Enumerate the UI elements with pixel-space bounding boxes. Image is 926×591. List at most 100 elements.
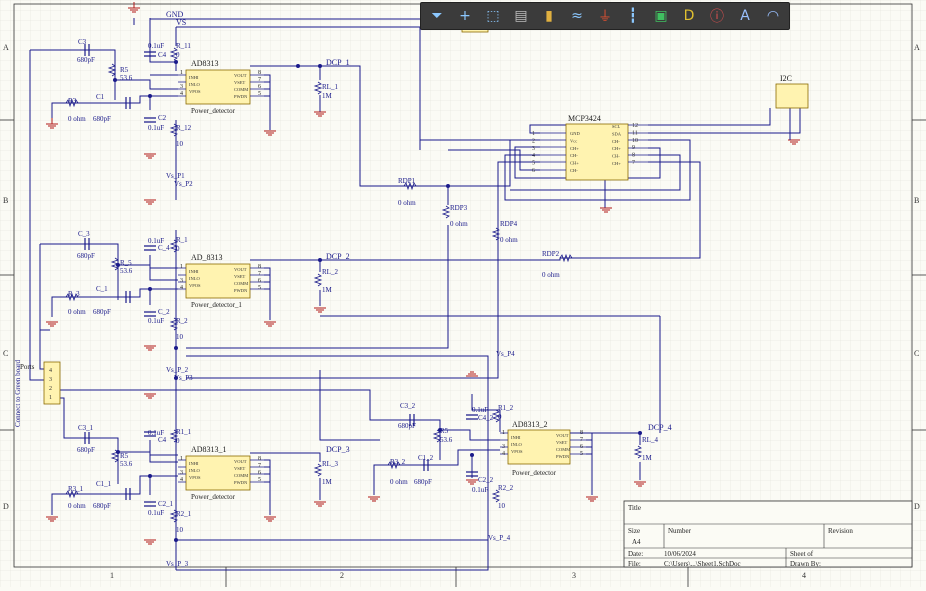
part-label-rl3v: 1M bbox=[322, 478, 333, 486]
ic3-pin-number: 7 bbox=[258, 463, 261, 469]
part-label-r2dv: 10 bbox=[498, 502, 506, 510]
net-label-vsp-2: Vs_P_2 bbox=[166, 366, 189, 374]
net-label-dcp3: DCP_3 bbox=[326, 445, 350, 454]
part-label-rl4v: 1M bbox=[642, 454, 653, 462]
mcp-pin-num-right: 8 bbox=[632, 153, 635, 159]
part-label-c3cv: 680pF bbox=[77, 446, 95, 454]
mcp-pin-num-left: 6 bbox=[532, 168, 535, 174]
directive-icon[interactable]: D bbox=[677, 5, 701, 27]
part-label-rl1v: 1M bbox=[322, 92, 333, 100]
ic1-pin-left-2: VPOS bbox=[189, 89, 201, 94]
part-label-r1cv: 0 bbox=[176, 437, 180, 445]
text-icon[interactable]: A bbox=[733, 5, 757, 27]
ic3-pin-left-1: INLO bbox=[189, 468, 200, 473]
mcp-pin-num-left: 5 bbox=[532, 161, 535, 167]
ic4-pin-right-3: PWDN bbox=[556, 454, 570, 459]
schematic-canvas[interactable]: A B C D A B C D 1 2 3 4 Title Size A4 Nu… bbox=[0, 0, 926, 587]
row-label-c-right: C bbox=[914, 349, 919, 358]
ic2-pin-left-1: INLO bbox=[189, 276, 200, 281]
schematic-toolbar: ⏷ + ⬚ ▤ ▮ ≈ ⏚ ┇ ▣ Dⓘ A ◠ bbox=[420, 2, 790, 30]
sheet-symbol-icon[interactable]: ▣ bbox=[649, 5, 673, 27]
arc-icon[interactable]: ◠ bbox=[761, 5, 785, 27]
ic1-pin-right-1: VSET bbox=[234, 80, 246, 85]
part-label-r1dv: 0 bbox=[498, 413, 502, 421]
ic4-pin-left-1: INLO bbox=[511, 442, 522, 447]
net-label-vsp1: Vs_P1 bbox=[166, 172, 185, 180]
mcp-pin-left: CH- bbox=[570, 168, 578, 173]
ic1-pin-right-3: PWDN bbox=[234, 94, 248, 99]
ic1-pin-number: 6 bbox=[258, 84, 261, 90]
ic1-pin-right-0: VOUT bbox=[234, 73, 247, 78]
ic3-name: Power_detector bbox=[191, 493, 236, 501]
mcp-pin-left: CH+ bbox=[570, 146, 579, 151]
select-rect-icon[interactable]: ⬚ bbox=[481, 5, 505, 27]
drawn-by-label: Drawn By: bbox=[790, 560, 821, 568]
ic2-pin-right-2: COMM bbox=[234, 281, 248, 286]
ic3-ref: AD8313_1 bbox=[191, 445, 227, 454]
mcp-pin-num-left: 4 bbox=[532, 153, 535, 159]
filter-icon[interactable]: ⏷ bbox=[425, 5, 449, 27]
part-label-rl4: RL_4 bbox=[642, 436, 658, 444]
ic2-pin-number: 4 bbox=[180, 285, 183, 291]
part-label-rl2v: 1M bbox=[322, 286, 333, 294]
col-label-2: 2 bbox=[340, 571, 344, 580]
ic2-pin-number: 7 bbox=[258, 271, 261, 277]
part-label-c3b: C_3 bbox=[78, 230, 90, 238]
net-label-vsp4: Vs_P4 bbox=[496, 350, 515, 358]
ic4-pin-right-1: VSET bbox=[556, 440, 568, 445]
ic4-pin-number: 8 bbox=[580, 430, 583, 436]
ic1-pin-number: 8 bbox=[258, 70, 261, 76]
ic4-pin-number: 6 bbox=[580, 444, 583, 450]
mcp-pin-left: CH- bbox=[570, 153, 578, 158]
mcp-pin-num-right: 11 bbox=[632, 130, 638, 136]
probe-icon[interactable]: ⓘ bbox=[705, 5, 729, 27]
bus-icon[interactable]: ≈ bbox=[565, 5, 589, 27]
ic4-name: Power_detector bbox=[512, 469, 557, 477]
part-label-c3: C3 bbox=[78, 38, 87, 46]
ic2-pin-right-1: VSET bbox=[234, 274, 246, 279]
component-icon[interactable]: ▮ bbox=[537, 5, 561, 27]
sheet-of-label: Sheet of bbox=[790, 550, 814, 558]
row-label-a-right: A bbox=[914, 43, 920, 52]
ic3-pin-number: 1 bbox=[180, 456, 183, 462]
power-port-icon[interactable]: ⏚ bbox=[593, 5, 617, 27]
harness-icon[interactable]: ┇ bbox=[621, 5, 645, 27]
ports-pin-number: 4 bbox=[49, 368, 52, 374]
ic2-name: Power_detector_1 bbox=[191, 301, 242, 309]
ic3-pin-right-1: VSET bbox=[234, 466, 246, 471]
ic2-pin-left-0: INHI bbox=[189, 269, 199, 274]
part-label-r11v: 0 bbox=[176, 51, 180, 59]
ic4-pin-left-0: INHI bbox=[511, 435, 521, 440]
part-label-r1b: R_1 bbox=[176, 236, 188, 244]
ic2-pin-left-2: VPOS bbox=[189, 283, 201, 288]
part-label-c4c: C4 bbox=[158, 436, 167, 444]
ports-pin-number: 2 bbox=[49, 386, 52, 392]
net-label-dcp2: DCP_2 bbox=[326, 252, 350, 261]
part-label-c1c: C1_1 bbox=[96, 480, 112, 488]
part-label-rl1: RL_1 bbox=[322, 83, 338, 91]
date-label: Date: bbox=[628, 550, 643, 558]
ic1-pin-left-1: INLO bbox=[189, 82, 200, 87]
part-label-c1cv: 680pF bbox=[93, 502, 111, 510]
col-label-1: 1 bbox=[110, 571, 114, 580]
align-icon[interactable]: ▤ bbox=[509, 5, 533, 27]
ic4-pin-right-2: COMM bbox=[556, 447, 570, 452]
mcp-pin-right: CH+ bbox=[612, 146, 621, 151]
ic1-name: Power_detector bbox=[191, 107, 236, 115]
col-label-3: 3 bbox=[572, 571, 576, 580]
part-label-c2dv: 0.1uF bbox=[472, 486, 488, 494]
part-label-r2cv: 10 bbox=[176, 526, 184, 534]
ic3-pin-number: 3 bbox=[180, 470, 183, 476]
ports-side-label: Connect to Green board bbox=[14, 359, 22, 427]
part-label-r5c: R5 bbox=[120, 452, 129, 460]
row-label-d-right: D bbox=[914, 502, 920, 511]
part-label-r5: R5 bbox=[120, 66, 129, 74]
part-label-c2d: C2_2 bbox=[478, 476, 494, 484]
part-label-r5cv: 53.6 bbox=[120, 460, 133, 468]
part-label-r5bv: 53.6 bbox=[120, 267, 133, 275]
ic3-pin-number: 5 bbox=[258, 477, 261, 483]
mcp-pin-num-left: 1 bbox=[532, 131, 535, 137]
part-label-c2: C2 bbox=[158, 114, 167, 122]
mcp-pin-num-left: 2 bbox=[532, 138, 535, 144]
move-cross-icon[interactable]: + bbox=[453, 5, 477, 27]
